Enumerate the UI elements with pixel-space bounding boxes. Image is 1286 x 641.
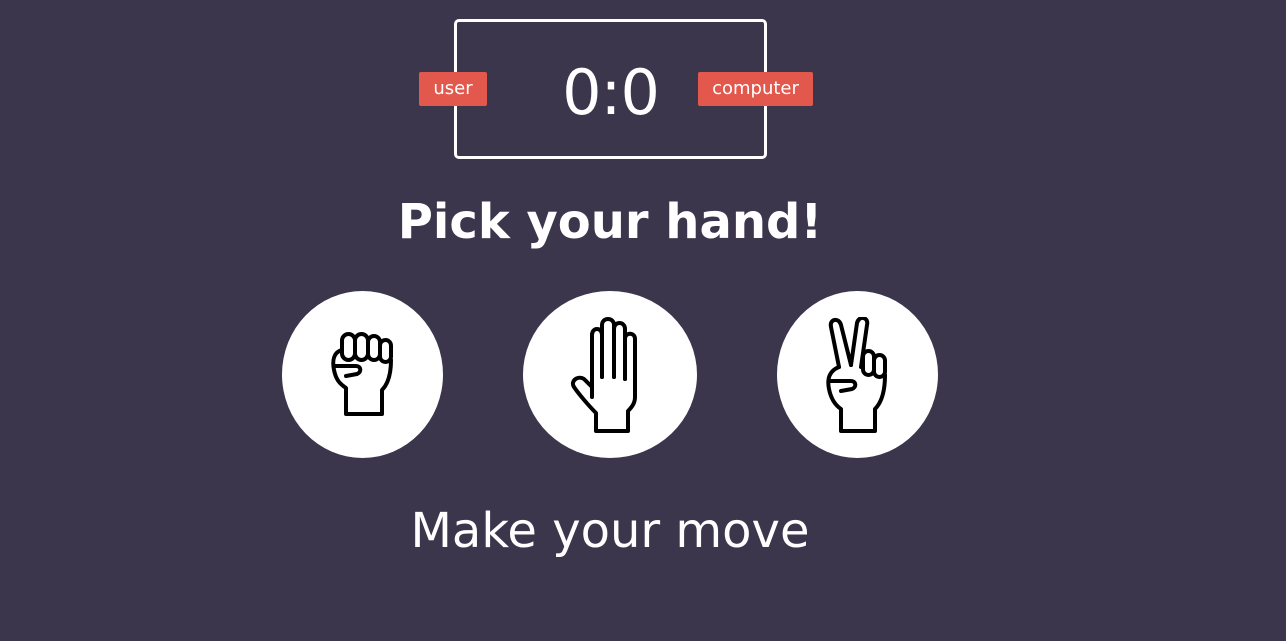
paper-choice-button[interactable] [523, 291, 697, 458]
page-title: Pick your hand! [397, 194, 823, 250]
status-message: Make your move [410, 503, 810, 559]
user-badge: user [419, 72, 487, 106]
computer-badge: computer [698, 72, 813, 106]
scissors-hand-icon [825, 316, 887, 433]
rock-choice-button[interactable] [282, 291, 443, 458]
scissors-choice-button[interactable] [777, 291, 938, 458]
rock-hand-icon [330, 331, 393, 416]
paper-hand-icon [571, 316, 637, 433]
